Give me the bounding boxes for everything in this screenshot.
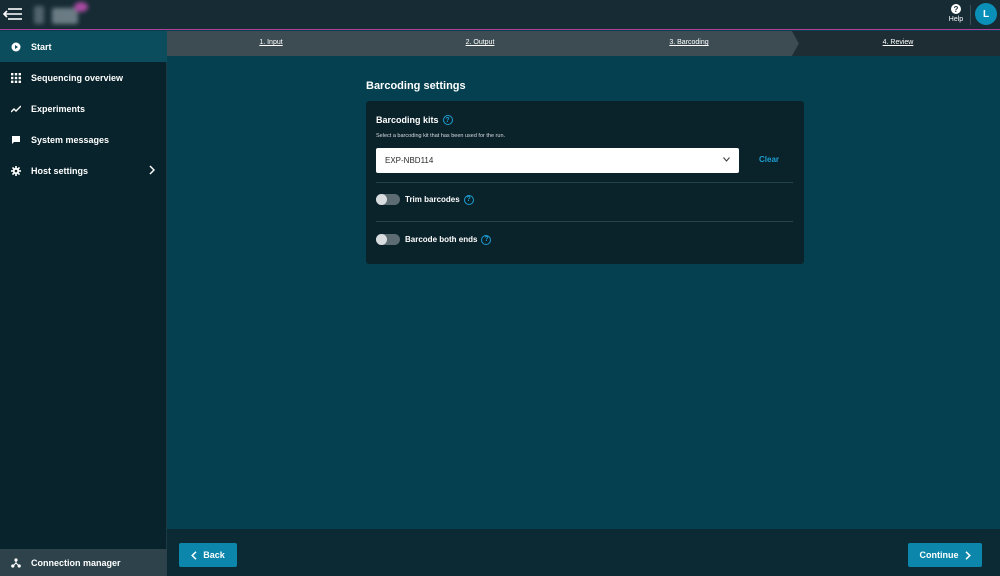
question-icon[interactable]: ? xyxy=(442,115,453,125)
connection-manager-label: Connection manager xyxy=(31,557,121,568)
sidebar-item-label: Start xyxy=(31,41,52,52)
step-barcoding[interactable]: 3. Barcoding xyxy=(669,39,708,46)
step-review[interactable]: 4. Review xyxy=(883,39,914,46)
app-logo xyxy=(30,2,90,28)
chevron-right-icon xyxy=(149,165,155,175)
menu-collapse-button[interactable] xyxy=(2,5,24,23)
barcode-both-ends-row: Barcode both ends ? xyxy=(376,234,492,245)
trim-barcodes-toggle[interactable] xyxy=(376,194,400,205)
connection-manager-button[interactable]: Connection manager xyxy=(0,549,167,576)
stepper-background xyxy=(167,31,1000,56)
page-title: Barcoding settings xyxy=(366,80,466,92)
sidebar-item-host-settings[interactable]: Host settings xyxy=(0,155,167,186)
sidebar-item-label: System messages xyxy=(31,134,110,145)
question-icon[interactable]: ? xyxy=(463,194,474,205)
step-input[interactable]: 1. Input xyxy=(259,39,282,46)
chevron-down-icon xyxy=(723,157,730,162)
sidebar-item-sequencing-overview[interactable]: Sequencing overview xyxy=(0,62,167,93)
divider xyxy=(376,182,793,183)
sidebar-item-label: Experiments xyxy=(31,103,86,114)
barcode-both-ends-toggle[interactable] xyxy=(376,234,400,245)
chevron-left-icon xyxy=(191,550,197,560)
message-icon xyxy=(11,135,21,145)
clear-button[interactable]: Clear xyxy=(759,155,779,164)
sidebar-item-label: Sequencing overview xyxy=(31,72,124,83)
barcoding-kits-heading: Barcoding kits ? xyxy=(376,115,453,125)
barcoding-kits-help-text: Select a barcoding kit that has been use… xyxy=(376,133,506,139)
back-button[interactable]: Back xyxy=(179,543,237,567)
help-icon: ? xyxy=(951,4,961,14)
continue-button[interactable]: Continue xyxy=(908,543,982,567)
barcoding-kit-value: EXP-NBD114 xyxy=(385,156,434,165)
help-label: Help xyxy=(948,16,964,23)
sidebar-item-experiments[interactable]: Experiments xyxy=(0,93,167,124)
divider xyxy=(376,221,793,222)
play-circle-icon xyxy=(11,42,21,52)
step-output[interactable]: 2. Output xyxy=(466,39,495,46)
barcode-both-ends-label: Barcode both ends xyxy=(405,235,478,244)
network-icon xyxy=(11,557,21,568)
continue-label: Continue xyxy=(919,550,959,560)
user-avatar[interactable]: L xyxy=(975,3,997,25)
menu-collapse-icon xyxy=(3,8,22,20)
gear-icon xyxy=(11,165,21,176)
sidebar-item-system-messages[interactable]: System messages xyxy=(0,124,167,155)
help-button[interactable]: ? Help xyxy=(944,4,968,26)
trim-barcodes-label: Trim barcodes xyxy=(405,195,460,204)
grid-icon xyxy=(11,72,21,83)
sidebar-item-start[interactable]: Start xyxy=(0,31,167,62)
barcoding-kits-label: Barcoding kits xyxy=(376,115,439,125)
sidebar-item-label: Host settings xyxy=(31,165,89,176)
trend-line-icon xyxy=(11,104,21,114)
stepper: 1. Input 2. Output 3. Barcoding 4. Revie… xyxy=(167,31,1000,56)
top-bar: ? Help L xyxy=(0,0,1000,30)
footer-bar xyxy=(167,529,1000,576)
barcoding-kit-select[interactable]: EXP-NBD114 xyxy=(376,148,739,173)
topbar-divider xyxy=(970,5,971,25)
trim-barcodes-row: Trim barcodes ? xyxy=(376,194,474,205)
barcoding-card: Barcoding kits ? Select a barcoding kit … xyxy=(366,101,804,264)
sidebar: Start Sequencing overview Experiments Sy… xyxy=(0,31,167,576)
chevron-right-icon xyxy=(964,550,971,560)
back-label: Back xyxy=(203,550,225,560)
question-icon[interactable]: ? xyxy=(481,234,492,245)
